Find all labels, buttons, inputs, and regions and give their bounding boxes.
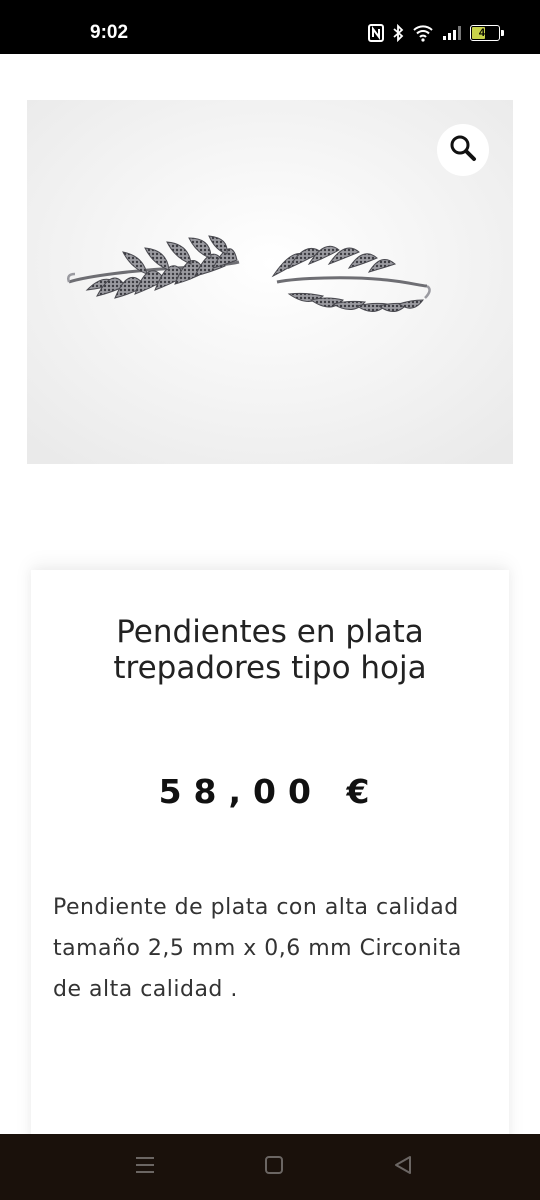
product-price: 58,00 € <box>158 772 382 811</box>
product-description: Pendiente de plata con alta calidad tama… <box>53 895 462 1002</box>
back-button[interactable] <box>388 1154 418 1180</box>
status-time: 9:02 <box>90 22 129 43</box>
product-image[interactable] <box>27 100 513 464</box>
battery-icon: 45 <box>470 25 504 41</box>
battery-level: 45 <box>478 27 492 39</box>
bluetooth-icon <box>392 24 404 42</box>
menu-icon <box>135 1155 155 1179</box>
zoom-button[interactable] <box>437 124 489 176</box>
status-icons: 45 <box>368 22 504 44</box>
nfc-icon <box>368 24 384 42</box>
product-summary: Pendientes en plata trepadores tipo hoja… <box>31 570 509 1150</box>
status-bar: 9:02 45 <box>0 0 540 54</box>
navigation-bar <box>0 1134 540 1200</box>
home-button[interactable] <box>259 1154 289 1180</box>
back-icon <box>393 1155 413 1179</box>
product-title: Pendientes en plata trepadores tipo hoja <box>113 614 427 686</box>
search-icon <box>449 134 477 166</box>
home-icon <box>264 1155 284 1179</box>
signal-icon <box>442 25 462 41</box>
menu-button[interactable] <box>130 1154 160 1180</box>
product-page: Pendientes en plata trepadores tipo hoja… <box>0 54 540 1150</box>
wifi-icon <box>412 24 434 42</box>
